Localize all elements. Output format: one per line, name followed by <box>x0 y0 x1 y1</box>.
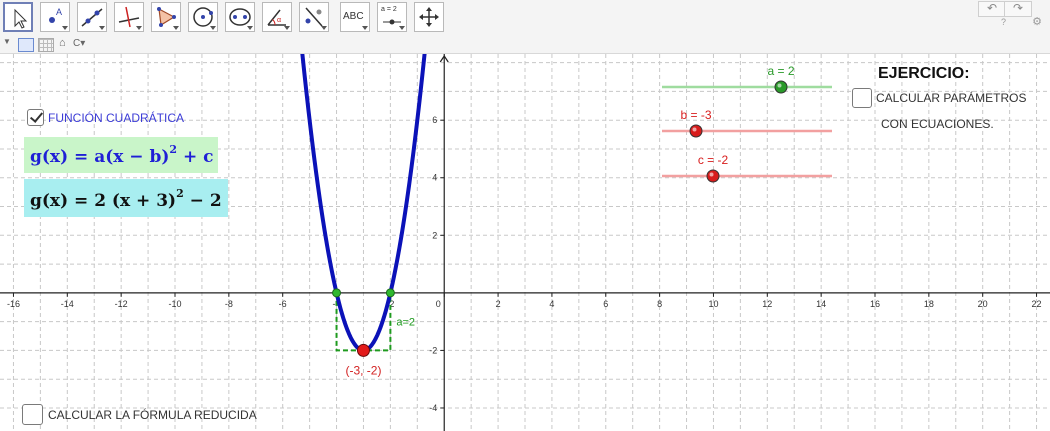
x-tick-label: -8 <box>225 299 233 309</box>
x-tick-label: 0 <box>436 299 441 309</box>
vertex-point[interactable] <box>356 343 370 357</box>
x-tick-label: 22 <box>1032 299 1042 309</box>
calcular-parametros-label[interactable]: CALCULAR PARÁMETROS <box>876 91 1026 105</box>
specific-formula: g(x) = 2 (x + 3)2 − 2 <box>24 179 228 217</box>
help-icon[interactable]: ? <box>1001 17 1006 27</box>
move-tool[interactable] <box>3 2 33 32</box>
toolbar: A α ABC a = 2 ↶ ↷ ? ⚙ <box>0 0 1050 36</box>
root-point-right[interactable] <box>385 288 395 298</box>
graphics-style-bar: ▼ ⌂ C▾ <box>0 36 1050 54</box>
cursor-arrow-icon <box>14 8 28 29</box>
x-tick-label: 12 <box>762 299 772 309</box>
formula-reducida-checkbox[interactable] <box>22 404 43 425</box>
point-tool[interactable]: A <box>40 2 70 32</box>
a-label: a=2 <box>396 317 415 329</box>
formula-reducida-label[interactable]: CALCULAR LA FÓRMULA REDUCIDA <box>48 408 257 422</box>
svg-text:A: A <box>56 7 62 17</box>
funcion-checkbox[interactable] <box>27 109 44 126</box>
x-tick-label: 10 <box>708 299 718 309</box>
x-tick-label: -16 <box>7 299 20 309</box>
slider-a-label: a = 2 <box>767 64 794 78</box>
undo-button[interactable]: ↶ <box>978 1 1006 17</box>
specific-formula-lhs: g(x) = 2 (x + 3) <box>30 191 177 211</box>
stylebar-toggle-icon[interactable]: ▼ <box>3 37 11 46</box>
home-icon[interactable]: ⌂ <box>59 37 66 49</box>
slider-b-label: b = -3 <box>680 108 711 122</box>
general-formula-rhs: + c <box>177 147 214 167</box>
general-formula-exponent: 2 <box>169 143 178 156</box>
general-formula: g(x) = a(x − b)2 + c <box>24 137 218 173</box>
slider-tool[interactable]: a = 2 <box>377 2 407 32</box>
y-tick-label: 2 <box>432 230 437 240</box>
slider-b-knob[interactable] <box>689 124 703 138</box>
redo-button[interactable]: ↷ <box>1004 1 1032 17</box>
x-tick-label: -10 <box>168 299 181 309</box>
svg-text:α: α <box>277 17 281 24</box>
axes-toggle-icon[interactable] <box>18 38 34 52</box>
x-tick-label: 14 <box>816 299 826 309</box>
line-tool[interactable] <box>77 2 107 32</box>
calcular-parametros-checkbox[interactable] <box>852 88 872 108</box>
text-tool[interactable]: ABC <box>340 2 370 32</box>
ellipse-tool[interactable] <box>225 2 255 32</box>
x-tick-label: 6 <box>603 299 608 309</box>
reflect-tool[interactable] <box>299 2 329 32</box>
x-tick-label: -6 <box>279 299 287 309</box>
x-tick-label: 18 <box>924 299 934 309</box>
move-arrows-icon <box>419 7 439 27</box>
slider-c-knob[interactable] <box>706 169 720 183</box>
x-tick-label: 4 <box>549 299 554 309</box>
specific-formula-rhs: − 2 <box>183 191 222 211</box>
polygon-tool[interactable] <box>151 2 181 32</box>
sliders: a = 2 b = -3 c = -2 <box>662 64 832 183</box>
grid-toggle-icon[interactable] <box>38 38 54 52</box>
y-tick-label: -2 <box>429 345 437 355</box>
slider-c-label: c = -2 <box>698 153 729 167</box>
angle-tool[interactable]: α <box>262 2 292 32</box>
y-tick-label: 6 <box>432 115 437 125</box>
text-tool-label: ABC <box>343 11 364 22</box>
root-point-left[interactable] <box>332 288 342 298</box>
y-tick-label: 4 <box>432 173 437 183</box>
slider-b-knob-highlight <box>692 127 697 132</box>
y-tick-label: -4 <box>429 403 437 413</box>
specific-formula-exponent: 2 <box>176 187 184 200</box>
general-formula-lhs: g(x) = a(x − b) <box>30 147 170 167</box>
x-tick-label: 8 <box>657 299 662 309</box>
vertex-label: (-3, -2) <box>345 363 381 377</box>
funcion-checkbox-label[interactable]: FUNCIÓN CUADRÁTICA <box>48 111 184 125</box>
move-graphics-tool[interactable] <box>414 2 444 32</box>
perpendicular-tool[interactable] <box>114 2 144 32</box>
slider-c-knob-highlight <box>709 172 714 177</box>
slider-a-knob-highlight <box>777 83 782 88</box>
x-tick-label: 16 <box>870 299 880 309</box>
gear-icon[interactable]: ⚙ <box>1032 15 1042 28</box>
point-capture-menu[interactable]: C▾ <box>73 38 85 49</box>
ejercicio-title: EJERCICIO: <box>878 65 970 82</box>
x-tick-label: 20 <box>978 299 988 309</box>
calcular-parametros-label-2: CON ECUACIONES. <box>881 117 994 131</box>
circle-center-tool[interactable] <box>188 2 218 32</box>
x-tick-label: -14 <box>61 299 74 309</box>
slider-a-knob[interactable] <box>774 80 788 94</box>
x-tick-label: 2 <box>496 299 501 309</box>
x-tick-label: -12 <box>115 299 128 309</box>
